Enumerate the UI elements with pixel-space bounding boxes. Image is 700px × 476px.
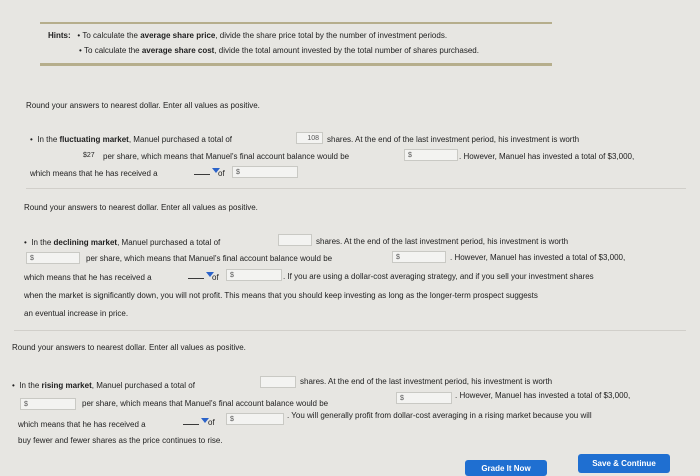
rise-line-2-post: . However, Manuel has invested a total o… bbox=[455, 391, 631, 400]
decl-line-4: when the market is significantly down, y… bbox=[24, 291, 538, 300]
fluct-shares-input[interactable]: 108 bbox=[296, 132, 323, 144]
rise-line-1-post: shares. At the end of the last investmen… bbox=[300, 377, 553, 386]
divider bbox=[26, 188, 686, 189]
hints-top-rule bbox=[40, 22, 552, 24]
decl-price-input[interactable]: $ bbox=[26, 252, 80, 264]
fluct-balance-input[interactable]: $ bbox=[404, 149, 458, 161]
hint-line-2: • To calculate the average share cost, d… bbox=[79, 46, 479, 55]
fluct-gain-loss-dropdown[interactable] bbox=[194, 166, 220, 175]
hint-line-1: Hints: • To calculate the average share … bbox=[48, 31, 448, 40]
divider bbox=[14, 330, 686, 331]
fluct-line-1: • In the fluctuating market, Manuel purc… bbox=[30, 135, 233, 144]
rise-amount-input[interactable]: $ bbox=[226, 413, 284, 425]
decl-line-3-post: . If you are using a dollar-cost averagi… bbox=[283, 272, 594, 281]
decl-amount-input[interactable]: $ bbox=[226, 269, 282, 281]
hints-bottom-rule bbox=[40, 63, 552, 66]
decl-line-3-of: of bbox=[212, 273, 219, 282]
rise-line-3: which means that he has received a bbox=[18, 420, 146, 429]
fluct-market-name: fluctuating market bbox=[59, 135, 129, 144]
decl-gain-loss-dropdown[interactable] bbox=[188, 270, 214, 279]
decl-line-2-post: . However, Manuel has invested a total o… bbox=[450, 253, 626, 262]
round-instruction-3: Round your answers to nearest dollar. En… bbox=[12, 343, 246, 352]
decl-line-3: which means that he has received a bbox=[24, 273, 152, 282]
rise-line-3-of: of bbox=[208, 418, 215, 427]
decl-line-2: per share, which means that Manuel's fin… bbox=[86, 254, 333, 263]
rise-price-input[interactable]: $ bbox=[20, 398, 76, 410]
grade-it-now-button[interactable]: Grade It Now bbox=[465, 460, 547, 476]
rise-shares-input[interactable] bbox=[260, 376, 296, 388]
round-instruction-1: Round your answers to nearest dollar. En… bbox=[26, 101, 260, 110]
fluct-line-3: which means that he has received a bbox=[30, 169, 158, 178]
fluct-line-2-post: . However, Manuel has invested a total o… bbox=[459, 152, 635, 161]
rise-line-2: per share, which means that Manuel's fin… bbox=[82, 399, 329, 408]
fluct-line-3-of: of bbox=[218, 169, 225, 178]
rise-market-name: rising market bbox=[41, 381, 92, 390]
fluct-line-1-post: shares. At the end of the last investmen… bbox=[327, 135, 580, 144]
rise-balance-input[interactable]: $ bbox=[396, 392, 452, 404]
rise-line-4: buy fewer and fewer shares as the price … bbox=[18, 436, 223, 445]
round-instruction-2: Round your answers to nearest dollar. En… bbox=[24, 203, 258, 212]
hints-label: Hints: bbox=[48, 31, 71, 40]
fluct-line-2: per share, which means that Manuel's fin… bbox=[103, 152, 350, 161]
fluct-price-value: $27 bbox=[83, 151, 95, 159]
save-continue-button[interactable]: Save & Continue bbox=[578, 454, 670, 473]
rise-gain-loss-dropdown[interactable] bbox=[183, 416, 209, 425]
fluct-amount-input[interactable]: $ bbox=[232, 166, 298, 178]
decl-market-name: declining market bbox=[53, 238, 118, 247]
decl-balance-input[interactable]: $ bbox=[392, 251, 446, 263]
decl-line-1-post: shares. At the end of the last investmen… bbox=[316, 237, 569, 246]
decl-shares-input[interactable] bbox=[278, 234, 312, 246]
assignment-page: Hints: • To calculate the average share … bbox=[0, 0, 700, 476]
rise-line-3-post: . You will generally profit from dollar-… bbox=[287, 411, 592, 420]
rise-line-1: • In the rising market, Manuel purchased… bbox=[12, 381, 195, 390]
decl-line-5: an eventual increase in price. bbox=[24, 309, 129, 318]
decl-line-1: • In the declining market, Manuel purcha… bbox=[24, 238, 221, 247]
